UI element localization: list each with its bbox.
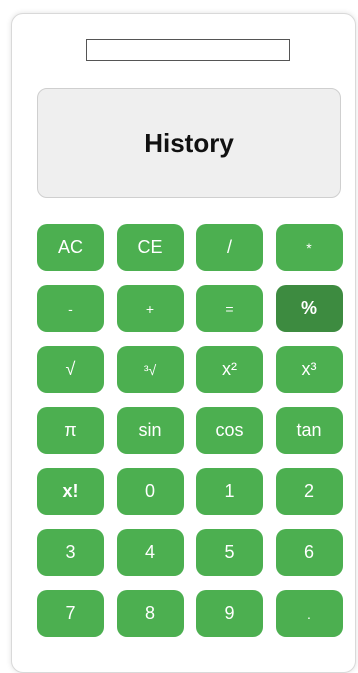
- key-9[interactable]: 9: [196, 590, 263, 637]
- key-8[interactable]: 8: [116, 590, 184, 637]
- key-cube[interactable]: x³: [275, 346, 343, 393]
- key-5[interactable]: 5: [196, 529, 263, 576]
- key-2[interactable]: 2: [275, 468, 343, 515]
- key-divide[interactable]: /: [196, 224, 263, 271]
- pi-icon: π: [64, 420, 77, 440]
- key-factorial[interactable]: x!: [37, 468, 104, 515]
- key-cos[interactable]: cos: [196, 407, 263, 454]
- key-clear-entry[interactable]: CE: [116, 224, 184, 271]
- key-pi[interactable]: π: [37, 407, 104, 454]
- key-1[interactable]: 1: [196, 468, 263, 515]
- key-cube-root[interactable]: ³√: [116, 346, 184, 393]
- key-0[interactable]: 0: [116, 468, 184, 515]
- history-label: History: [144, 127, 234, 158]
- key-percent[interactable]: %: [275, 285, 343, 332]
- key-equals[interactable]: =: [196, 285, 263, 332]
- calculator-display-input[interactable]: [86, 39, 290, 61]
- keypad: AC CE / * - + = % √ ³√ x² x³ π sin cos t…: [37, 224, 343, 637]
- key-add[interactable]: +: [116, 285, 184, 332]
- history-button[interactable]: History: [37, 88, 341, 198]
- key-subtract[interactable]: -: [37, 285, 104, 332]
- key-sin[interactable]: sin: [116, 407, 184, 454]
- key-6[interactable]: 6: [275, 529, 343, 576]
- key-4[interactable]: 4: [116, 529, 184, 576]
- key-square-root[interactable]: √: [37, 346, 104, 393]
- key-all-clear[interactable]: AC: [37, 224, 104, 271]
- key-multiply[interactable]: *: [275, 224, 343, 271]
- key-decimal[interactable]: .: [275, 590, 343, 637]
- key-tan[interactable]: tan: [275, 407, 343, 454]
- calculator-card: History AC CE / * - + = % √ ³√ x² x³ π s…: [11, 13, 356, 673]
- key-7[interactable]: 7: [37, 590, 104, 637]
- key-square[interactable]: x²: [196, 346, 263, 393]
- cube-root-icon: ³√: [143, 361, 157, 378]
- square-root-icon: √: [65, 359, 76, 379]
- key-3[interactable]: 3: [37, 529, 104, 576]
